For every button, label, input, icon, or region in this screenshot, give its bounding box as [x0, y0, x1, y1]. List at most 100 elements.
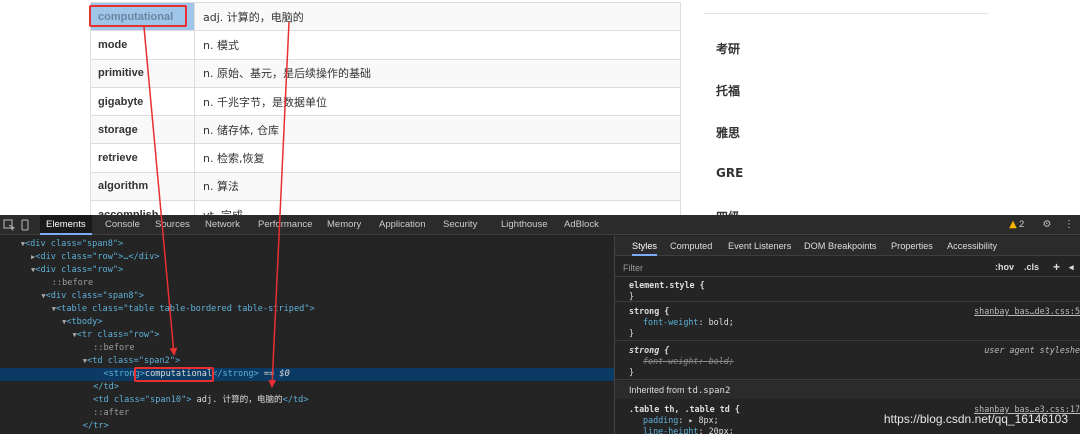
brace: }: [629, 328, 635, 338]
word-cell[interactable]: primitive: [90, 58, 195, 88]
definition-cell: n. 储存体, 仓库: [194, 115, 681, 145]
css-rule-close: }: [629, 327, 634, 339]
tab-memory[interactable]: Memory: [327, 215, 361, 235]
class-toggle[interactable]: .cls: [1024, 260, 1039, 274]
dom-line[interactable]: ▼<div class="row">: [0, 264, 614, 277]
new-rule-button[interactable]: +: [1053, 260, 1060, 274]
word-cell[interactable]: storage: [90, 115, 195, 145]
styles-filter-input[interactable]: [623, 261, 983, 274]
css-rule-close: }: [629, 366, 634, 378]
tab-network[interactable]: Network: [205, 215, 240, 235]
table-row: primitive n. 原始、基元，是后续操作的基础: [90, 58, 681, 88]
dom-line[interactable]: </td>: [0, 381, 614, 394]
webpage: computational adj. 计算的，电脑的 mode n. 模式 pr…: [0, 0, 1080, 215]
tab-lighthouse[interactable]: Lighthouse: [501, 215, 547, 235]
selected-node-marker: == $0: [258, 369, 290, 379]
css-value: 20px;: [708, 426, 734, 434]
dom-node: <tr class="row">: [76, 330, 160, 340]
tab-security[interactable]: Security: [443, 215, 477, 235]
tab-adblock[interactable]: AdBlock: [564, 215, 599, 235]
dom-line[interactable]: ▼<table class="table table-bordered tabl…: [0, 303, 614, 316]
dom-node: </strong>: [212, 369, 259, 379]
sidebar-link-toefl[interactable]: 托福: [716, 82, 743, 124]
tab-console[interactable]: Console: [105, 215, 140, 235]
inspect-element-icon[interactable]: [3, 219, 16, 231]
warning-count[interactable]: 2: [1019, 215, 1024, 235]
tab-properties[interactable]: Properties: [891, 236, 933, 256]
css-value: bold;: [708, 317, 734, 327]
annotation-box-dom-text: [134, 367, 214, 382]
warning-icon[interactable]: ▲: [1008, 219, 1018, 231]
dom-line[interactable]: ::before: [0, 342, 614, 355]
tab-event-listeners[interactable]: Event Listeners: [728, 236, 791, 256]
dom-line[interactable]: ▼<tbody>: [0, 316, 614, 329]
selector-text: element.style {: [629, 280, 705, 290]
table-row: accomplish vt. 完成: [90, 200, 681, 215]
dom-line[interactable]: ▼<td class="span2">: [0, 355, 614, 368]
tab-dom-breakpoints[interactable]: DOM Breakpoints: [804, 236, 877, 256]
tab-sources[interactable]: Sources: [155, 215, 190, 235]
word-cell[interactable]: gigabyte: [90, 86, 195, 117]
elements-tree: ▼<div class="span8"> ▶<div class="row">……: [0, 236, 614, 434]
table-row: retrieve n. 检索,恢复: [90, 143, 681, 173]
styles-pane: Styles Computed Event Listeners DOM Brea…: [615, 236, 1080, 434]
tab-application[interactable]: Application: [379, 215, 425, 235]
watermark-text: https://blog.csdn.net/qq_16146103: [883, 412, 1068, 426]
dom-line[interactable]: ▶<div class="row">…</div>: [0, 251, 614, 264]
sidebar-toggle-icon[interactable]: ◂: [1069, 260, 1074, 274]
dom-node: <div class="row">: [35, 265, 124, 275]
annotation-box-word: [89, 5, 187, 27]
pseudo-element: ::before: [93, 343, 135, 353]
dom-line[interactable]: </tr>: [0, 420, 614, 433]
css-rule-user-agent: strong { user agent styleshe font-weight…: [615, 342, 1080, 380]
inherited-label: Inherited from: [629, 385, 688, 395]
dom-line[interactable]: ▼<div class="span8">: [0, 290, 614, 303]
dom-line[interactable]: ▼<tr class="row">: [0, 329, 614, 342]
sidebar-link-cet4[interactable]: 四级: [716, 208, 743, 215]
styles-tabbar: Styles Computed Event Listeners DOM Brea…: [615, 236, 1080, 256]
word-cell[interactable]: accomplish: [90, 200, 195, 215]
dom-node: <table class="table table-bordered table…: [55, 304, 315, 314]
definition-cell: n. 千兆字节，是数据单位: [194, 86, 681, 117]
device-toolbar-icon[interactable]: [19, 219, 31, 231]
dom-line[interactable]: ▼<div class="span8">: [0, 238, 614, 251]
dom-line[interactable]: ::before: [0, 277, 614, 290]
inherited-from-link[interactable]: td.span2: [687, 386, 730, 396]
css-property: font-weight: [643, 356, 699, 366]
tab-elements[interactable]: Elements: [40, 215, 92, 235]
selector-text: .table th, .table td {: [629, 404, 740, 414]
tab-styles[interactable]: Styles: [632, 236, 658, 256]
stylesheet-link[interactable]: shanbay_bas…de3.css:5: [974, 305, 1080, 317]
sidebar-link-kaoyan[interactable]: 考研: [716, 40, 743, 82]
definition-cell: adj. 计算的，电脑的: [194, 1, 681, 32]
word-cell[interactable]: algorithm: [90, 171, 195, 202]
tab-performance[interactable]: Performance: [258, 215, 312, 235]
css-declaration[interactable]: font-weight: bold;: [643, 316, 734, 328]
dom-node: <td class="span10">: [93, 395, 192, 405]
table-row: mode n. 模式: [90, 30, 681, 60]
dom-line[interactable]: ::after: [0, 407, 614, 420]
css-declaration-overridden[interactable]: font-weight: bold;: [643, 355, 734, 367]
sidebar-link-ielts[interactable]: 雅思: [716, 124, 743, 166]
word-cell[interactable]: retrieve: [90, 143, 195, 173]
pseudo-element: ::before: [51, 278, 94, 288]
tab-accessibility[interactable]: Accessibility: [947, 236, 997, 256]
exam-sidebar: 考研 托福 雅思 GRE 四级: [716, 40, 743, 215]
settings-gear-icon[interactable]: ⚙: [1041, 219, 1053, 231]
css-property: line-height: [643, 426, 699, 434]
definition-cell: vt. 完成: [194, 200, 681, 215]
inherited-header: Inherited from td.span2: [615, 381, 1080, 399]
sidebar-link-gre[interactable]: GRE: [716, 166, 743, 208]
tab-computed[interactable]: Computed: [670, 236, 712, 256]
css-selector[interactable]: element.style {: [629, 279, 705, 291]
more-options-icon[interactable]: ⋮: [1063, 219, 1075, 231]
hover-state-toggle[interactable]: :hov: [995, 260, 1014, 274]
table-row: storage n. 储存体, 仓库: [90, 115, 681, 145]
definition-cell: n. 算法: [194, 171, 681, 202]
dom-line[interactable]: <td class="span10"> adj. 计算的，电脑的</td>: [0, 394, 614, 407]
css-rule-close: }: [629, 290, 634, 302]
css-declaration[interactable]: line-height: 20px;: [643, 425, 734, 434]
css-value: ▸ 8px;: [688, 415, 719, 425]
dom-line-selected[interactable]: <strong>computational</strong> == $0: [0, 368, 614, 381]
word-cell[interactable]: mode: [90, 30, 195, 60]
